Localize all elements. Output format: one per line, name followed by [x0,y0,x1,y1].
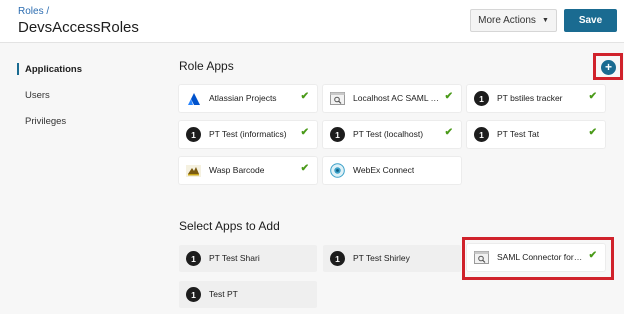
breadcrumb[interactable]: Roles / [18,6,49,17]
plus-icon[interactable]: + [601,60,616,75]
role-app-name: Localhost AC SAML T... [353,93,439,103]
check-icon: ✔ [444,127,453,138]
available-app-name: SAML Connector for ... [497,252,583,262]
check-icon: ✔ [588,127,597,138]
role-app-name: PT bstiles tracker [497,93,563,103]
page-header: Roles / DevsAccessRoles More Actions ▼ S… [0,0,624,42]
available-app-name: PT Test Shirley [353,253,410,263]
role-app-name: PT Test (informatics) [209,129,287,139]
role-app-tile[interactable]: 1 PT Test (informatics) ✔ [179,121,317,148]
role-apps-title: Role Apps [179,59,234,73]
role-app-tile[interactable]: 1 PT Test Tat ✔ [467,121,605,148]
check-icon: ✔ [588,91,597,102]
onelogin-icon: 1 [330,251,345,266]
saml-connector-icon [330,91,345,106]
role-app-name: Wasp Barcode [209,165,265,175]
role-app-tile[interactable]: Localhost AC SAML T... ✔ [323,85,461,112]
available-app-name: PT Test Shari [209,253,260,263]
more-actions-label: More Actions [478,15,536,26]
role-app-name: Atlassian Projects [209,93,277,103]
role-app-tile[interactable]: 1 PT bstiles tracker ✔ [467,85,605,112]
caret-down-icon: ▼ [541,17,549,24]
webex-icon [330,163,345,178]
more-actions-button[interactable]: More Actions ▼ [470,9,557,32]
page-title: DevsAccessRoles [18,19,139,36]
sidebar-item-applications[interactable]: Applications [25,64,82,75]
save-button[interactable]: Save [564,9,617,32]
onelogin-icon: 1 [474,127,489,142]
available-app-tile[interactable]: 1 Test PT [179,281,317,308]
role-app-name: WebEx Connect [353,165,415,175]
saml-connector-icon [474,250,489,265]
onelogin-icon: 1 [330,127,345,142]
check-icon: ✔ [300,163,309,174]
check-icon: ✔ [300,127,309,138]
check-icon: ✔ [444,91,453,102]
available-app-tile[interactable]: 1 PT Test Shari [179,245,317,272]
onelogin-icon: 1 [186,251,201,266]
wasp-barcode-icon [186,163,201,178]
role-app-name: PT Test (localhost) [353,129,424,139]
check-icon: ✔ [300,91,309,102]
select-apps-title: Select Apps to Add [179,219,280,233]
available-app-tile[interactable]: 1 PT Test Shirley [323,245,461,272]
role-app-tile[interactable]: Atlassian Projects ✔ [179,85,317,112]
available-app-tile-selected[interactable]: SAML Connector for ... ✔ [467,244,605,271]
onelogin-icon: 1 [474,91,489,106]
onelogin-icon: 1 [186,287,201,302]
role-app-tile[interactable]: Wasp Barcode ✔ [179,157,317,184]
role-app-tile[interactable]: 1 PT Test (localhost) ✔ [323,121,461,148]
add-app-highlight: + [593,53,623,80]
active-item-marker [17,63,19,75]
available-app-name: Test PT [209,289,238,299]
check-icon: ✔ [588,250,597,261]
role-app-name: PT Test Tat [497,129,540,139]
sidebar [0,43,164,314]
sidebar-item-users[interactable]: Users [25,90,50,101]
atlassian-icon [186,91,201,106]
role-app-tile[interactable]: WebEx Connect [323,157,461,184]
sidebar-item-privileges[interactable]: Privileges [25,116,66,127]
onelogin-icon: 1 [186,127,201,142]
